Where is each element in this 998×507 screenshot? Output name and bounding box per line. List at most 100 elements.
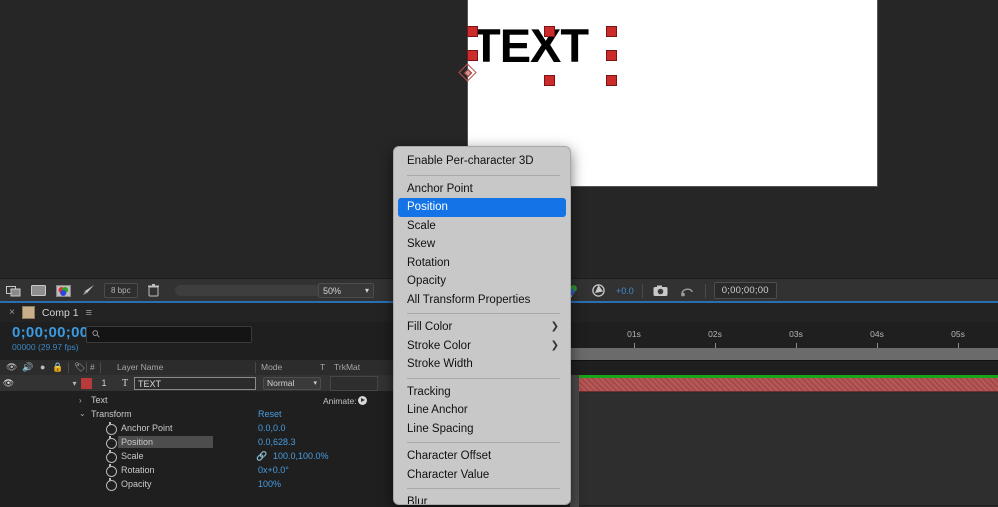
selection-handle[interactable] — [544, 75, 555, 86]
selection-handle[interactable] — [606, 26, 617, 37]
time-ruler[interactable]: 01s 02s 03s 04s 05s — [570, 322, 998, 360]
property-name: Anchor Point — [121, 423, 173, 433]
fast-previews-icon[interactable] — [79, 283, 98, 299]
layer-solo-toggle[interactable] — [34, 375, 51, 391]
trash-icon[interactable] — [144, 283, 163, 299]
stopwatch-icon[interactable] — [106, 450, 117, 463]
layer-name-input[interactable]: TEXT — [134, 376, 256, 390]
stopwatch-icon[interactable] — [106, 422, 117, 435]
anchor-point-icon[interactable] — [460, 65, 476, 81]
transparency-grid-icon[interactable] — [29, 283, 48, 299]
property-value[interactable]: 0x+0.0° — [258, 465, 289, 475]
layer-color-label[interactable] — [81, 375, 92, 391]
property-name: Text — [91, 395, 108, 405]
viewer-timecode[interactable]: 0;00;00;00 — [713, 282, 777, 299]
audio-icon[interactable]: 🔊 — [22, 360, 33, 375]
menu-item-position[interactable]: Position — [398, 198, 566, 217]
property-value[interactable]: 100.0,100.0% — [273, 451, 329, 461]
layer-lock-toggle[interactable] — [51, 375, 68, 391]
divider — [100, 362, 101, 373]
menu-item-enable-per-character-3d[interactable]: Enable Per-character 3D — [394, 152, 570, 171]
comp-text-layer[interactable]: TEXT — [472, 22, 589, 69]
reset-link[interactable]: Reset — [258, 409, 282, 419]
menu-item-character-value[interactable]: Character Value — [394, 466, 570, 485]
menu-item-stroke-width[interactable]: Stroke Width — [394, 355, 570, 374]
menu-item-tracking[interactable]: Tracking — [394, 383, 570, 402]
chevron-down-icon[interactable]: ⌄ — [79, 409, 86, 418]
layer-duration-bar[interactable] — [570, 378, 998, 392]
column-header-trkmat[interactable]: TrkMat — [334, 360, 360, 375]
menu-item-blur[interactable]: Blur — [394, 493, 570, 504]
selection-handle[interactable] — [606, 50, 617, 61]
stopwatch-icon[interactable] — [106, 464, 117, 477]
chevron-right-icon: ❯ — [550, 339, 559, 351]
animate-menu-icon[interactable] — [358, 396, 367, 405]
menu-item-line-spacing[interactable]: Line Spacing — [394, 420, 570, 439]
selection-handle[interactable] — [606, 75, 617, 86]
chevron-right-icon[interactable]: › — [79, 396, 82, 405]
track-matte-select[interactable] — [330, 375, 378, 391]
column-header-mode[interactable]: Mode — [261, 360, 282, 375]
graph-row — [570, 477, 998, 492]
current-timecode[interactable]: 0;00;00;00 — [12, 324, 88, 341]
comp-swatch-icon — [21, 306, 35, 319]
graph-row — [570, 407, 998, 422]
stopwatch-icon[interactable] — [106, 436, 117, 449]
close-icon[interactable]: × — [9, 307, 15, 318]
menu-separator — [407, 488, 560, 489]
layer-audio-toggle[interactable] — [17, 375, 34, 391]
column-header-t[interactable]: T — [320, 360, 325, 375]
zoom-level-select[interactable]: 50% ▾ — [318, 283, 374, 298]
column-header-index[interactable]: # — [90, 360, 95, 375]
menu-item-stroke-color[interactable]: Stroke Color ❯ — [394, 337, 570, 356]
menu-item-label: Stroke Color — [407, 339, 471, 352]
after-effects-window: TEXT 8 bpc 50% ▾ +0.0 0;00;00;00 × Comp … — [0, 0, 998, 507]
property-value[interactable]: 100% — [258, 479, 281, 489]
zoom-level-value: 50% — [323, 285, 342, 296]
property-value[interactable]: 0.0,0.0 — [258, 423, 286, 433]
animate-label: Animate: — [323, 396, 357, 406]
link-dimensions-icon[interactable]: 🔗 — [256, 451, 267, 462]
channels-icon[interactable] — [54, 283, 73, 299]
menu-item-anchor-point[interactable]: Anchor Point — [394, 180, 570, 199]
selection-handle[interactable] — [544, 26, 555, 37]
timeline-graph-area[interactable] — [570, 375, 998, 507]
eye-icon[interactable]: 👁 — [6, 360, 17, 375]
lock-icon[interactable]: 🔒 — [52, 360, 63, 375]
exposure-icon[interactable] — [589, 283, 608, 299]
menu-item-character-offset[interactable]: Character Offset — [394, 447, 570, 466]
exposure-value[interactable]: +0.0 — [616, 286, 634, 296]
solo-icon[interactable]: ● — [40, 360, 45, 375]
divider — [86, 362, 87, 373]
menu-item-scale[interactable]: Scale — [394, 217, 570, 236]
search-input[interactable]: ⚲ — [86, 326, 252, 343]
animate-context-menu[interactable]: Enable Per-character 3D Anchor Point Pos… — [393, 146, 571, 505]
menu-item-line-anchor[interactable]: Line Anchor — [394, 401, 570, 420]
panel-menu-icon[interactable]: ≡ — [86, 307, 92, 319]
layer-twirl-icon[interactable]: ▾ — [68, 375, 81, 391]
tab-comp-1[interactable]: Comp 1 — [42, 307, 79, 319]
timeline-scrollbar[interactable] — [570, 375, 579, 507]
selection-handle[interactable] — [467, 50, 478, 61]
graph-row — [570, 491, 998, 506]
divider — [68, 362, 69, 373]
snapshot-icon[interactable] — [651, 283, 670, 299]
property-name: Scale — [121, 451, 144, 461]
label-icon: 🏷 — [74, 362, 86, 372]
layer-visibility-toggle[interactable]: 👁 — [0, 375, 17, 391]
property-value[interactable]: 0.0,628.3 — [258, 437, 296, 447]
property-name: Rotation — [121, 465, 155, 475]
work-area-bar[interactable] — [570, 348, 998, 360]
bit-depth-button[interactable]: 8 bpc — [104, 283, 138, 298]
region-of-interest-icon[interactable] — [4, 283, 23, 299]
menu-item-opacity[interactable]: Opacity — [394, 272, 570, 291]
column-header-layer-name[interactable]: Layer Name — [117, 360, 163, 375]
show-snapshot-icon[interactable] — [678, 283, 697, 299]
menu-item-rotation[interactable]: Rotation — [394, 254, 570, 273]
menu-item-all-transform-properties[interactable]: All Transform Properties — [394, 291, 570, 310]
menu-item-skew[interactable]: Skew — [394, 235, 570, 254]
selection-handle[interactable] — [467, 26, 478, 37]
stopwatch-icon[interactable] — [106, 478, 117, 491]
menu-item-fill-color[interactable]: Fill Color ❯ — [394, 318, 570, 337]
blend-mode-select[interactable]: Normal ▾ — [263, 376, 321, 390]
